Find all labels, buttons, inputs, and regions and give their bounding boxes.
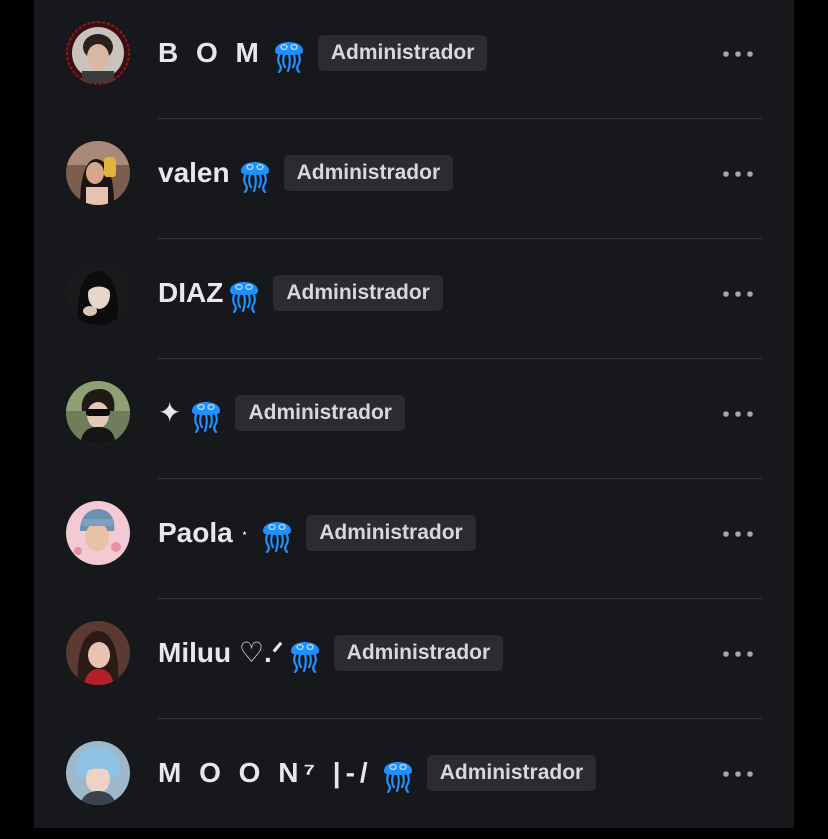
avatar[interactable] bbox=[66, 501, 130, 565]
member-row[interactable]: valen Administrador bbox=[34, 119, 794, 239]
member-row[interactable]: Paola ⋆ Administrador bbox=[34, 479, 794, 599]
avatar[interactable] bbox=[66, 381, 130, 445]
member-row[interactable]: Miluu ♡.ᐟ Administrador bbox=[34, 599, 794, 719]
role-badge: Administrador bbox=[235, 395, 405, 431]
avatar[interactable] bbox=[66, 21, 130, 85]
avatar[interactable] bbox=[66, 261, 130, 325]
jellyfish-icon bbox=[288, 633, 322, 674]
more-horizontal-icon[interactable] bbox=[722, 167, 754, 179]
jellyfish-icon bbox=[272, 33, 306, 74]
jellyfish-icon bbox=[227, 273, 261, 314]
jellyfish-icon bbox=[260, 513, 294, 554]
member-name: ✦ bbox=[158, 397, 182, 428]
member-name: valen bbox=[158, 157, 230, 188]
avatar[interactable] bbox=[66, 621, 130, 685]
jellyfish-icon bbox=[189, 393, 223, 434]
jellyfish-icon bbox=[381, 753, 415, 794]
more-horizontal-icon[interactable] bbox=[722, 47, 754, 59]
avatar[interactable] bbox=[66, 141, 130, 205]
role-badge: Administrador bbox=[283, 155, 454, 191]
more-horizontal-icon[interactable] bbox=[722, 527, 754, 539]
member-row[interactable]: M O O N⁷ |-/ Administrador bbox=[34, 719, 794, 839]
member-name: Miluu ♡.ᐟ bbox=[158, 637, 284, 668]
member-name: B O M bbox=[158, 37, 264, 68]
more-horizontal-icon[interactable] bbox=[722, 767, 754, 779]
member-row[interactable]: ✦ Administrador bbox=[34, 359, 794, 479]
role-badge: Administrador bbox=[333, 635, 504, 671]
role-badge: Administrador bbox=[426, 755, 597, 791]
member-name: Paola bbox=[158, 517, 233, 548]
jellyfish-icon bbox=[238, 153, 272, 194]
member-row[interactable]: B O M Administrador bbox=[34, 0, 794, 119]
role-badge: Administrador bbox=[306, 515, 476, 551]
member-name: M O O N⁷ |-/ bbox=[158, 757, 373, 788]
role-badge: Administrador bbox=[317, 35, 488, 71]
avatar[interactable] bbox=[66, 741, 130, 805]
member-name: DIAZ bbox=[158, 277, 224, 308]
more-horizontal-icon[interactable] bbox=[722, 647, 754, 659]
role-badge: Administrador bbox=[273, 275, 443, 311]
more-horizontal-icon[interactable] bbox=[722, 407, 754, 419]
member-row[interactable]: DIAZ Administrador bbox=[34, 239, 794, 359]
more-horizontal-icon[interactable] bbox=[722, 287, 754, 299]
members-list: B O M Administrador valen Administrador bbox=[34, 0, 794, 828]
name-suffix: ⋆ bbox=[240, 526, 249, 540]
